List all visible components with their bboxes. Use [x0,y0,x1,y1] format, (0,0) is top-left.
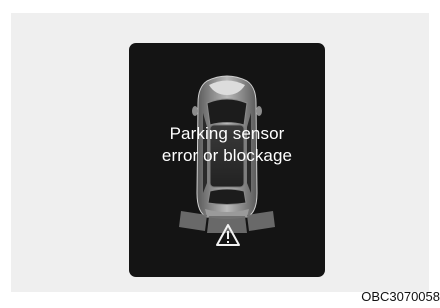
message-line-2: error or blockage [161,146,293,165]
figure-code: OBC3070058 [361,289,440,304]
warning-message: Parking sensor error or blockage [129,123,325,167]
warning-triangle-icon [216,224,240,246]
message-line-1: Parking sensor [169,124,285,143]
cluster-display: Parking sensor error or blockage [129,43,325,277]
